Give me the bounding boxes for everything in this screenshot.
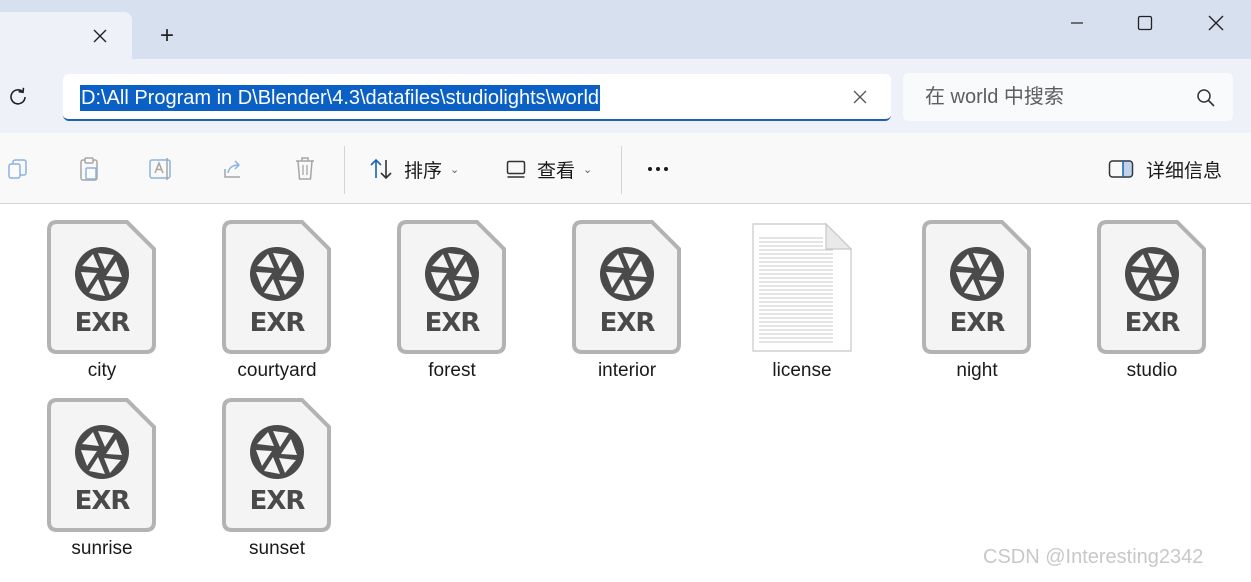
file-name: sunset: [249, 538, 305, 559]
text-file-icon: [747, 220, 857, 356]
minimize-button[interactable]: [1054, 6, 1100, 40]
command-bar: 排序 ⌄ 查看 ⌄ 详细信息: [0, 133, 1251, 204]
close-icon[interactable]: [88, 24, 112, 48]
watermark: CSDN @Interesting2342: [983, 546, 1204, 568]
new-tab-button[interactable]: +: [154, 23, 180, 49]
divider: [344, 146, 345, 194]
exr-file-icon: EXR: [922, 220, 1032, 356]
view-icon: [506, 160, 526, 178]
more-icon: [648, 167, 652, 171]
close-icon: [1208, 15, 1224, 31]
refresh-icon: [10, 87, 26, 105]
delete-icon[interactable]: [291, 155, 319, 183]
file-item[interactable]: EXR city: [14, 220, 157, 388]
file-type-label: EXR: [74, 308, 131, 338]
details-pane-icon: [1108, 160, 1134, 178]
file-name: interior: [597, 360, 657, 381]
sort-button[interactable]: 排序 ⌄: [368, 153, 459, 185]
file-name: license: [772, 360, 832, 381]
details-pane-button[interactable]: 详细信息: [1108, 153, 1222, 185]
tab-world[interactable]: [0, 12, 132, 59]
close-window-button[interactable]: [1193, 6, 1239, 40]
search-icon[interactable]: [1195, 87, 1217, 109]
exr-file-icon: EXR: [1097, 220, 1207, 356]
exr-file-icon: EXR: [47, 220, 157, 356]
file-type-label: EXR: [949, 308, 1006, 338]
address-row: D:\All Program in D\Blender\4.3\datafile…: [0, 59, 1251, 133]
file-item[interactable]: EXR forest: [364, 220, 507, 388]
sort-icon: [370, 158, 392, 180]
rename-icon[interactable]: [147, 155, 175, 183]
sort-label: 排序: [404, 160, 443, 182]
file-item[interactable]: EXR sunrise: [14, 398, 157, 566]
file-item[interactable]: license: [714, 220, 854, 388]
file-type-label: EXR: [249, 486, 306, 516]
paste-icon[interactable]: [75, 155, 103, 183]
maximize-button[interactable]: [1122, 6, 1168, 40]
file-type-label: EXR: [1124, 308, 1181, 338]
file-name: forest: [428, 360, 476, 381]
file-name: city: [87, 360, 117, 381]
file-name: studio: [1126, 360, 1178, 381]
file-name: courtyard: [237, 360, 317, 381]
view-button[interactable]: 查看 ⌄: [505, 153, 592, 185]
address-bar[interactable]: D:\All Program in D\Blender\4.3\datafile…: [63, 74, 891, 121]
search-input[interactable]: 在 world 中搜索: [925, 85, 1064, 109]
file-type-label: EXR: [249, 308, 306, 338]
exr-file-icon: EXR: [572, 220, 682, 356]
details-label: 详细信息: [1146, 160, 1223, 182]
file-item[interactable]: EXR interior: [539, 220, 682, 388]
view-label: 查看: [537, 160, 576, 182]
clear-icon[interactable]: [849, 86, 871, 108]
address-path[interactable]: D:\All Program in D\Blender\4.3\datafile…: [80, 85, 601, 111]
file-item[interactable]: EXR studio: [1064, 220, 1207, 388]
chevron-down-icon: ⌄: [583, 163, 593, 176]
file-item[interactable]: EXR sunset: [189, 398, 332, 566]
refresh-button[interactable]: [4, 83, 32, 111]
share-icon[interactable]: [219, 155, 247, 183]
minimize-icon: [1071, 22, 1083, 24]
maximize-icon: [1137, 15, 1153, 31]
file-type-label: EXR: [599, 308, 656, 338]
exr-file-icon: EXR: [47, 398, 157, 534]
file-item[interactable]: EXR courtyard: [189, 220, 332, 388]
search-box[interactable]: 在 world 中搜索: [903, 73, 1233, 121]
file-type-label: EXR: [424, 308, 481, 338]
file-name: night: [956, 360, 998, 381]
exr-file-icon: EXR: [397, 220, 507, 356]
copy-icon[interactable]: [4, 155, 32, 183]
exr-file-icon: EXR: [222, 220, 332, 356]
plus-icon: +: [159, 22, 174, 49]
chevron-down-icon: ⌄: [450, 163, 460, 176]
file-name: sunrise: [71, 538, 133, 559]
divider: [621, 146, 622, 194]
title-bar: +: [0, 0, 1251, 59]
more-options-button[interactable]: [642, 155, 674, 183]
file-item[interactable]: EXR night: [889, 220, 1032, 388]
file-type-label: EXR: [74, 486, 131, 516]
exr-file-icon: EXR: [222, 398, 332, 534]
